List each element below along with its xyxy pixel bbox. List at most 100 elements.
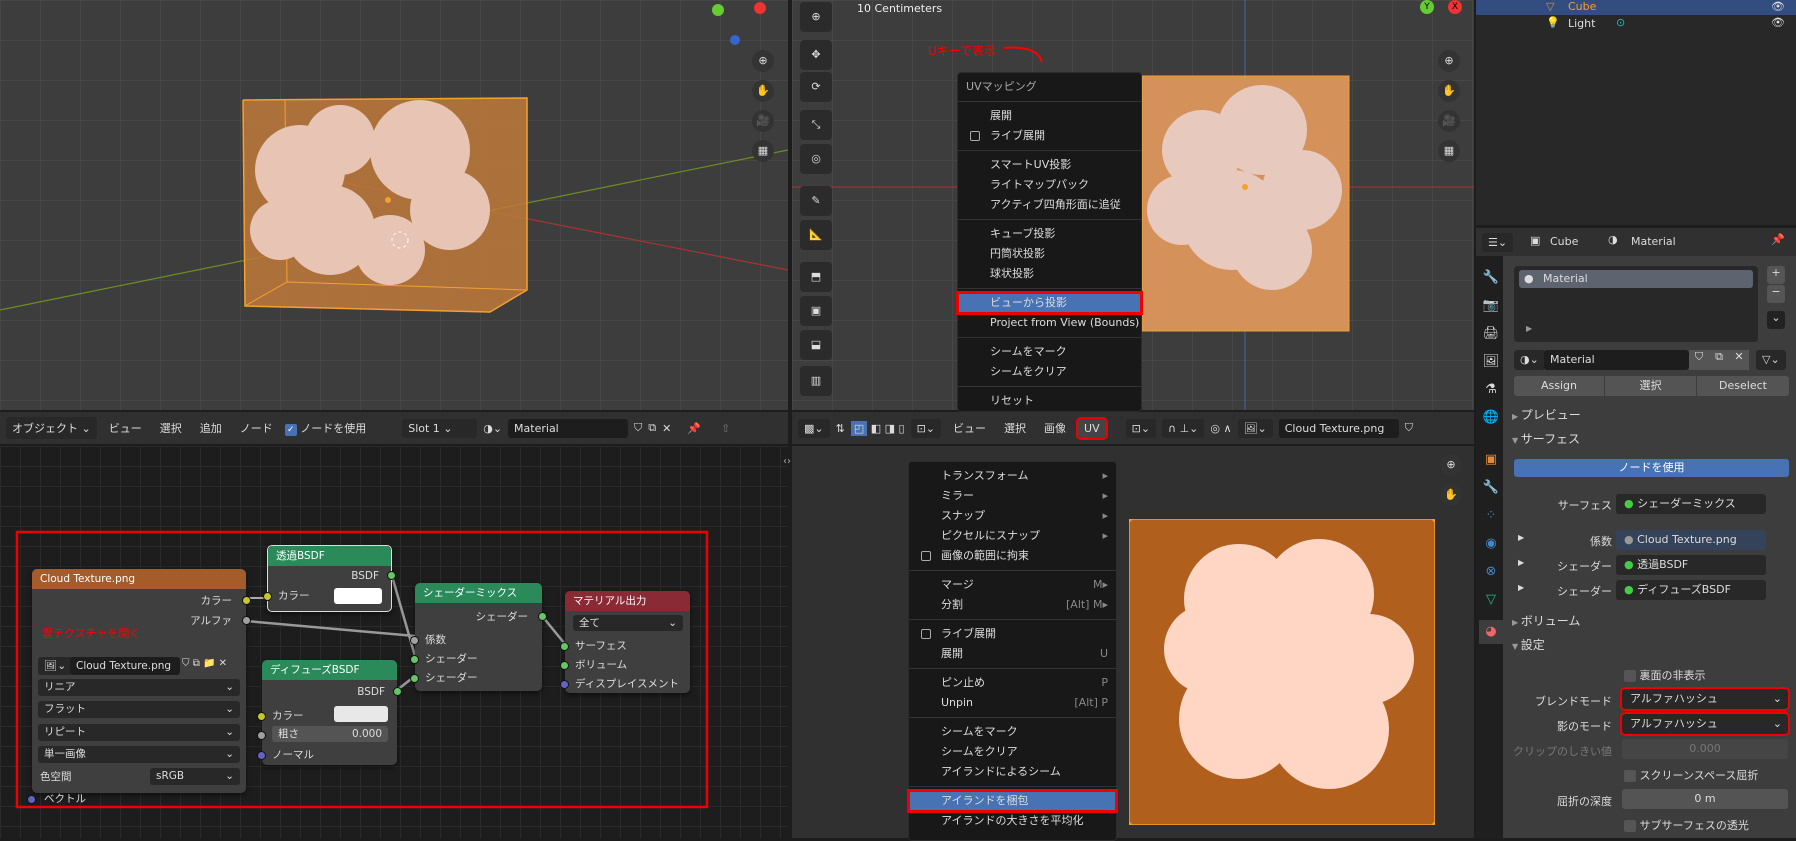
light-data-icon[interactable]: ⊙	[1616, 16, 1625, 29]
color-swatch[interactable]	[334, 588, 382, 604]
menu-add[interactable]: 追加	[194, 417, 228, 439]
duplicate-icon[interactable]: ⧉	[193, 658, 200, 669]
panel-surface[interactable]: ▼ サーフェス	[1512, 430, 1580, 447]
refraction-depth-field[interactable]: 0 m	[1622, 789, 1788, 809]
duplicate-icon[interactable]: ⧉	[1709, 350, 1729, 370]
parent-node-icon[interactable]: ⇧	[721, 422, 730, 435]
hand-pan-icon[interactable]: ✋	[752, 80, 774, 102]
material-browse[interactable]: ◑⌄	[1514, 350, 1545, 370]
inset-tool-icon[interactable]: ▣	[800, 296, 832, 326]
output-tab-icon[interactable]: 🖨	[1479, 322, 1503, 346]
link-dropdown[interactable]: ▽⌄	[1756, 350, 1786, 370]
mix-shader-node[interactable]: シェーダーミックス シェーダー 係数 シェーダー シェーダー	[410, 583, 547, 691]
deselect-button[interactable]: Deselect	[1697, 376, 1789, 396]
menu-item-pack-islands[interactable]: アイランドを梱包	[907, 789, 1118, 813]
menu-view[interactable]: ビュー	[947, 417, 992, 439]
gizmo-y[interactable]: Y	[1420, 0, 1434, 14]
output-alpha-socket[interactable]	[242, 616, 251, 625]
backface-checkbox[interactable]: 裏面の非表示	[1624, 667, 1706, 683]
input-displacement-socket[interactable]	[560, 680, 569, 689]
output-color-socket[interactable]	[242, 596, 251, 605]
roughness-field[interactable]: 粗さ 0.000	[272, 726, 388, 742]
menu-select[interactable]: 選択	[154, 417, 188, 439]
editor-type-dropdown[interactable]: ☰⌄	[1482, 233, 1514, 252]
node-title[interactable]: マテリアル出力	[565, 591, 690, 611]
menu-item-project-from-view[interactable]: ビューから投影	[956, 291, 1143, 315]
pivot-dropdown[interactable]: ⊡⌄	[1125, 418, 1157, 438]
material-output-node[interactable]: マテリアル出力 全て ⌄ サーフェス ボリューム ディスプレイスメント	[560, 591, 690, 693]
shader1-field[interactable]: ● 透過BSDF	[1616, 555, 1766, 575]
material-name-field[interactable]: Material	[1544, 350, 1689, 370]
menu-item-constrain-to-image[interactable]: 画像の範囲に拘束	[909, 546, 1116, 566]
menu-item-unwrap[interactable]: 展開 U	[909, 644, 1116, 664]
image-texture-node[interactable]: Cloud Texture.png カラー アルファ 雲テクスチャを開く 🖼⌄ …	[27, 569, 251, 805]
input-fac-socket[interactable]	[410, 636, 419, 645]
output-shader-socket[interactable]	[538, 612, 547, 621]
menu-item-snap-to-pixels[interactable]: ピクセルにスナップ ▸	[909, 526, 1116, 546]
image-field[interactable]: Cloud Texture.png	[1278, 418, 1399, 438]
add-slot-button[interactable]: +	[1767, 266, 1785, 284]
menu-item-merge[interactable]: マージ M▸	[909, 575, 1116, 595]
ssr-checkbox[interactable]: スクリーンスペース屈折	[1624, 767, 1758, 783]
remove-slot-button[interactable]: −	[1767, 285, 1785, 303]
image-browse[interactable]: 🖼⌄	[38, 657, 73, 675]
menu-item-cube-projection[interactable]: キューブ投影	[958, 224, 1141, 244]
view-layer-tab-icon[interactable]: 🖼	[1479, 350, 1503, 374]
sss-checkbox[interactable]: サブサーフェスの透光	[1624, 817, 1749, 833]
fac-field[interactable]: ● Cloud Texture.png	[1616, 530, 1766, 550]
menu-item-reset[interactable]: リセット	[958, 391, 1141, 411]
unlink-icon[interactable]: ✕	[219, 658, 227, 669]
menu-item-clear-seam[interactable]: シームをクリア	[958, 362, 1141, 382]
input-vector-socket[interactable]	[27, 795, 36, 804]
node-title[interactable]: Cloud Texture.png	[32, 569, 246, 589]
color-swatch[interactable]	[334, 706, 388, 722]
object-tab-icon[interactable]: ▣	[1479, 448, 1503, 472]
input-surface-socket[interactable]	[560, 642, 569, 651]
area-split-handle[interactable]: ‹›	[783, 456, 791, 467]
move-tool-icon[interactable]: ✥	[800, 40, 832, 70]
cursor-tool-icon[interactable]: ⊕	[800, 2, 832, 32]
menu-item-live-unwrap[interactable]: ライブ展開	[958, 126, 1141, 146]
sync-selection-icon[interactable]: ⇅	[836, 422, 845, 435]
fake-user-icon[interactable]: ⛉	[1405, 421, 1413, 435]
render-tab-icon[interactable]: 📷	[1479, 294, 1503, 318]
particles-tab-icon[interactable]: ⁘	[1479, 504, 1503, 528]
menu-item-project-from-view-bounds[interactable]: Project from View (Bounds)	[958, 313, 1141, 333]
menu-item-unpin[interactable]: Unpin [Alt] P	[909, 693, 1116, 713]
target-dropdown[interactable]: 全て ⌄	[573, 615, 683, 631]
menu-item-cylinder-projection[interactable]: 円筒状投影	[958, 244, 1141, 264]
open-folder-icon[interactable]: 📁	[203, 658, 215, 669]
menu-item-mark-seam[interactable]: シームをマーク	[958, 342, 1141, 362]
node-editor-canvas[interactable]: Cloud Texture.png カラー アルファ 雲テクスチャを開く 🖼⌄ …	[0, 446, 788, 838]
unlink-icon[interactable]: ✕	[662, 422, 671, 435]
menu-item-clear-seam[interactable]: シームをクリア	[909, 742, 1116, 762]
physics-tab-icon[interactable]: ◉	[1479, 532, 1503, 556]
menu-item-live-unwrap[interactable]: ライブ展開	[909, 624, 1116, 644]
hand-pan-icon[interactable]: ✋	[1440, 484, 1462, 506]
scale-tool-icon[interactable]: ⤡	[800, 110, 832, 140]
transparent-bsdf-node[interactable]: 透過BSDF BSDF カラー	[263, 545, 396, 612]
image-file-field[interactable]: Cloud Texture.png	[70, 657, 180, 675]
use-nodes-checkbox[interactable]: ✓ ノードを使用	[284, 420, 366, 436]
menu-item-seams-from-islands[interactable]: アイランドによるシーム	[909, 762, 1116, 782]
material-field[interactable]: Material	[508, 418, 629, 438]
tool-tab-icon[interactable]: 🔧	[1479, 266, 1503, 290]
menu-item-sphere-projection[interactable]: 球状投影	[958, 264, 1141, 284]
input-shader1-socket[interactable]	[410, 655, 419, 664]
pin-icon[interactable]: 📌	[1771, 233, 1785, 246]
interpolation-dropdown[interactable]: リニア ⌄	[38, 679, 240, 696]
select-button[interactable]: 選択	[1605, 376, 1696, 396]
extension-dropdown[interactable]: リピート ⌄	[38, 724, 240, 741]
expand-icon[interactable]: ▶	[1518, 558, 1524, 567]
measure-tool-icon[interactable]: 📐	[800, 220, 832, 250]
menu-item-mirror[interactable]: ミラー ▸	[909, 486, 1116, 506]
uv-editor-canvas[interactable]: ⊕ ✋	[792, 446, 1474, 838]
input-color-socket[interactable]	[263, 592, 272, 601]
colorspace-dropdown[interactable]: sRGB ⌄	[150, 768, 240, 785]
hand-pan-icon[interactable]: ✋	[1438, 80, 1460, 102]
editor-type-dropdown[interactable]: ▩⌄	[798, 418, 830, 438]
panel-volume[interactable]: ▶ ボリューム	[1512, 612, 1580, 629]
menu-item-follow-active-quads[interactable]: アクティブ四角形面に追従	[958, 195, 1141, 215]
menu-item-split[interactable]: 分割 [Alt] M▸	[909, 595, 1116, 615]
grid-icon[interactable]: ▦	[1438, 140, 1460, 162]
